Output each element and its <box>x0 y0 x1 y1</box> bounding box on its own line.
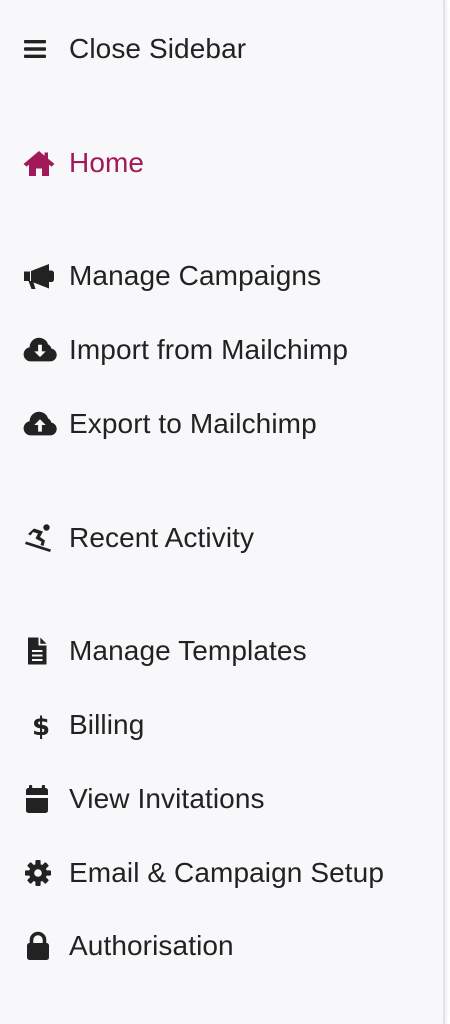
close-sidebar-button[interactable]: Close Sidebar <box>22 29 246 69</box>
file-icon <box>22 637 58 665</box>
sidebar-item-recent-activity[interactable]: Recent Activity <box>22 518 254 558</box>
sidebar-item-billing[interactable]: $ Billing <box>22 705 144 745</box>
sidebar-item-manage-templates[interactable]: Manage Templates <box>22 631 307 671</box>
lock-icon <box>22 931 58 960</box>
sidebar-item-view-invitations[interactable]: View Invitations <box>22 779 265 819</box>
sidebar-item-export-mailchimp[interactable]: Export to Mailchimp <box>22 404 317 444</box>
megaphone-icon <box>22 262 58 290</box>
sidebar-item-label: Authorisation <box>69 930 234 961</box>
sidebar-item-import-mailchimp[interactable]: Import from Mailchimp <box>22 330 348 370</box>
sidebar-item-label: View Invitations <box>69 783 265 814</box>
sidebar-item-label: Manage Campaigns <box>69 260 322 291</box>
gear-icon <box>22 859 58 887</box>
cloud-download-icon <box>22 336 58 364</box>
sidebar-item-label: Recent Activity <box>69 522 255 553</box>
sidebar-item-label: Home <box>69 147 145 178</box>
sidebar-item-email-campaign-setup[interactable]: Email & Campaign Setup <box>22 853 384 893</box>
sidebar-item-label: Billing <box>69 709 145 740</box>
sidebar-item-label: Export to Mailchimp <box>69 408 317 439</box>
cloud-upload-icon <box>22 410 58 438</box>
calendar-icon <box>22 785 58 813</box>
snowboarding-icon <box>22 524 58 552</box>
sidebar-item-manage-campaigns[interactable]: Manage Campaigns <box>22 256 321 296</box>
sidebar-item-authorisation[interactable]: Authorisation <box>22 926 234 966</box>
close-sidebar-label: Close Sidebar <box>69 33 247 64</box>
home-icon <box>22 149 58 177</box>
sidebar-item-home[interactable]: Home <box>22 143 144 183</box>
sidebar: Close Sidebar Home Manage Campaigns Impo… <box>0 0 445 1024</box>
bars-icon <box>22 35 58 63</box>
sidebar-item-label: Import from Mailchimp <box>69 334 349 365</box>
sidebar-item-label: Manage Templates <box>69 635 307 666</box>
dollar-icon: $ <box>22 711 58 740</box>
svg-text:$: $ <box>32 712 50 740</box>
sidebar-item-label: Email & Campaign Setup <box>69 857 385 888</box>
